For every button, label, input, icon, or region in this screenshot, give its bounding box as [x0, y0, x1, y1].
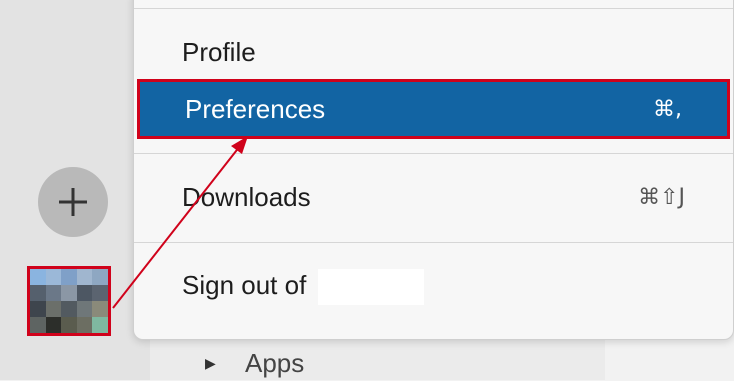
- menu-item-label: Preferences: [185, 93, 326, 124]
- menu-item-sign-out[interactable]: Sign out of: [134, 265, 733, 309]
- sidebar-item-label: Apps: [245, 347, 305, 378]
- sign-out-group: Sign out of: [182, 269, 685, 305]
- menu-divider: [134, 242, 733, 243]
- workspace-avatar[interactable]: [27, 266, 111, 336]
- redacted-workspace-name: [317, 269, 424, 305]
- plus-icon: [59, 188, 87, 216]
- sidebar-item-apps[interactable]: ▶ Apps: [205, 345, 304, 381]
- menu-divider: [134, 8, 733, 9]
- menu-item-profile[interactable]: Profile: [134, 30, 733, 74]
- menu-item-label: Profile: [182, 36, 256, 67]
- avatar-image: [30, 269, 108, 333]
- menu-item-shortcut: ⌘⇧J: [638, 184, 685, 210]
- workspace-menu: Profile Preferences ⌘, Downloads ⌘⇧J Sig…: [133, 0, 734, 340]
- menu-divider: [134, 153, 733, 154]
- caret-right-icon: ▶: [205, 354, 216, 371]
- add-workspace-button[interactable]: [38, 167, 108, 237]
- menu-item-downloads[interactable]: Downloads ⌘⇧J: [134, 175, 733, 219]
- menu-item-label: Downloads: [182, 181, 311, 212]
- menu-item-label: Sign out of: [182, 269, 307, 300]
- menu-item-preferences[interactable]: Preferences ⌘,: [137, 79, 730, 139]
- menu-item-shortcut: ⌘,: [653, 96, 682, 122]
